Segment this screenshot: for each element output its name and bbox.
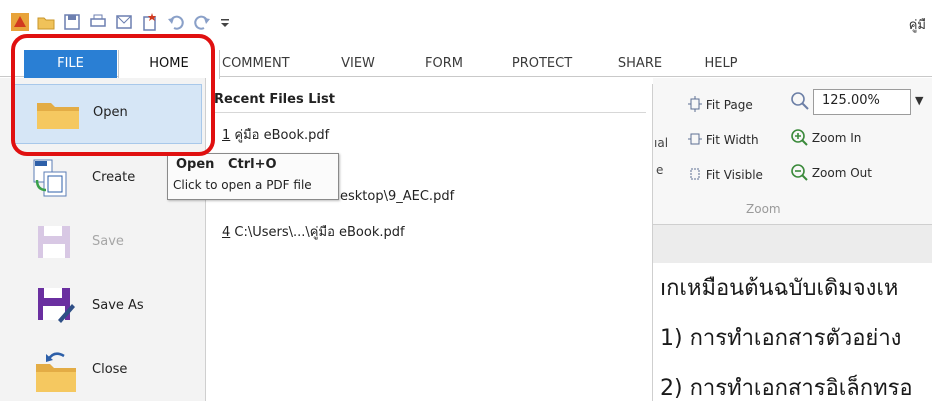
zoom-out-button[interactable]: Zoom Out <box>790 163 872 181</box>
fit-page-icon <box>688 96 702 112</box>
email-icon[interactable] <box>114 12 134 32</box>
zoom-in-label: Zoom In <box>811 131 862 145</box>
close-label: Close <box>92 362 128 377</box>
recent-file-name: esktop\9_AEC.pdf <box>340 189 455 204</box>
tab-view[interactable]: VIEW <box>336 50 380 78</box>
recent-file-item[interactable]: 4 C:\Users\...\คู่มือ eBook.pdf <box>222 221 405 242</box>
ribbon-partial-label: ıal <box>654 136 669 150</box>
tab-help[interactable]: HELP <box>700 50 742 78</box>
tooltip-description: Click to open a PDF file <box>173 178 312 192</box>
document-toolbar-strip <box>653 225 932 264</box>
fit-visible-icon <box>690 168 700 180</box>
highlight-annotation <box>11 34 215 156</box>
fit-page-button[interactable]: Fit Page <box>688 96 753 112</box>
recent-file-item[interactable]: esktop\9_AEC.pdf <box>340 189 454 204</box>
zoom-group-label: Zoom <box>746 202 781 216</box>
zoom-out-label: Zoom Out <box>811 166 872 180</box>
fit-width-label: Fit Width <box>705 133 759 147</box>
recent-divider <box>214 112 646 113</box>
tab-share[interactable]: SHARE <box>610 50 670 78</box>
tab-comment[interactable]: COMMENT <box>222 50 290 78</box>
redo-icon[interactable] <box>192 12 212 32</box>
close-folder-icon <box>36 352 76 392</box>
close-menu-item[interactable]: Close <box>14 342 200 400</box>
document-text-line: ıกเหมือนต้นฉบับเดิมจงเห <box>660 276 899 301</box>
fit-visible-label: Fit Visible <box>705 168 763 182</box>
undo-icon[interactable] <box>166 12 186 32</box>
fit-width-icon <box>688 133 702 145</box>
zoom-level-value: 125.00% <box>822 93 880 108</box>
tab-form[interactable]: FORM <box>420 50 468 78</box>
tooltip-title: Open Ctrl+O <box>176 157 277 172</box>
ribbon-partial-label: e <box>656 163 664 177</box>
app-logo-icon <box>11 13 29 31</box>
zoom-out-icon <box>791 164 808 181</box>
print-icon[interactable] <box>88 12 108 32</box>
fit-page-label: Fit Page <box>705 98 753 112</box>
open-folder-icon[interactable] <box>36 12 56 32</box>
save-as-icon <box>38 288 75 323</box>
save-menu-item[interactable]: Save <box>14 214 200 272</box>
recent-file-name: C:\Users\...\คู่มือ eBook.pdf <box>230 225 405 240</box>
save-label: Save <box>92 234 124 249</box>
recent-files-heading: Recent Files List <box>214 92 335 107</box>
tab-protect[interactable]: PROTECT <box>500 50 584 78</box>
new-document-icon[interactable] <box>140 12 160 32</box>
window-title: คู่มื <box>908 18 926 33</box>
zoom-icon <box>791 92 809 110</box>
create-pdf-icon <box>33 159 67 197</box>
zoom-in-icon <box>791 129 808 146</box>
save-icon[interactable] <box>62 12 82 32</box>
document-text-line: 1) การทำเอกสารตัวอย่าง <box>660 326 902 351</box>
fit-width-button[interactable]: Fit Width <box>688 131 759 147</box>
recent-file-item[interactable]: 1 คู่มือ eBook.pdf <box>222 124 329 145</box>
zoom-in-button[interactable]: Zoom In <box>790 128 861 146</box>
save-as-menu-item[interactable]: Save As <box>14 278 200 336</box>
fit-visible-button[interactable]: Fit Visible <box>688 166 763 182</box>
document-text-line: 2) การทำเอกสารอิเล็กทรอ <box>660 376 913 401</box>
zoom-dropdown-icon[interactable]: ▼ <box>915 94 923 107</box>
customize-toolbar-icon[interactable] <box>216 12 236 32</box>
save-as-label: Save As <box>92 298 144 313</box>
recent-file-name: คู่มือ eBook.pdf <box>230 128 330 143</box>
save-icon <box>38 226 70 258</box>
create-label: Create <box>92 170 136 185</box>
